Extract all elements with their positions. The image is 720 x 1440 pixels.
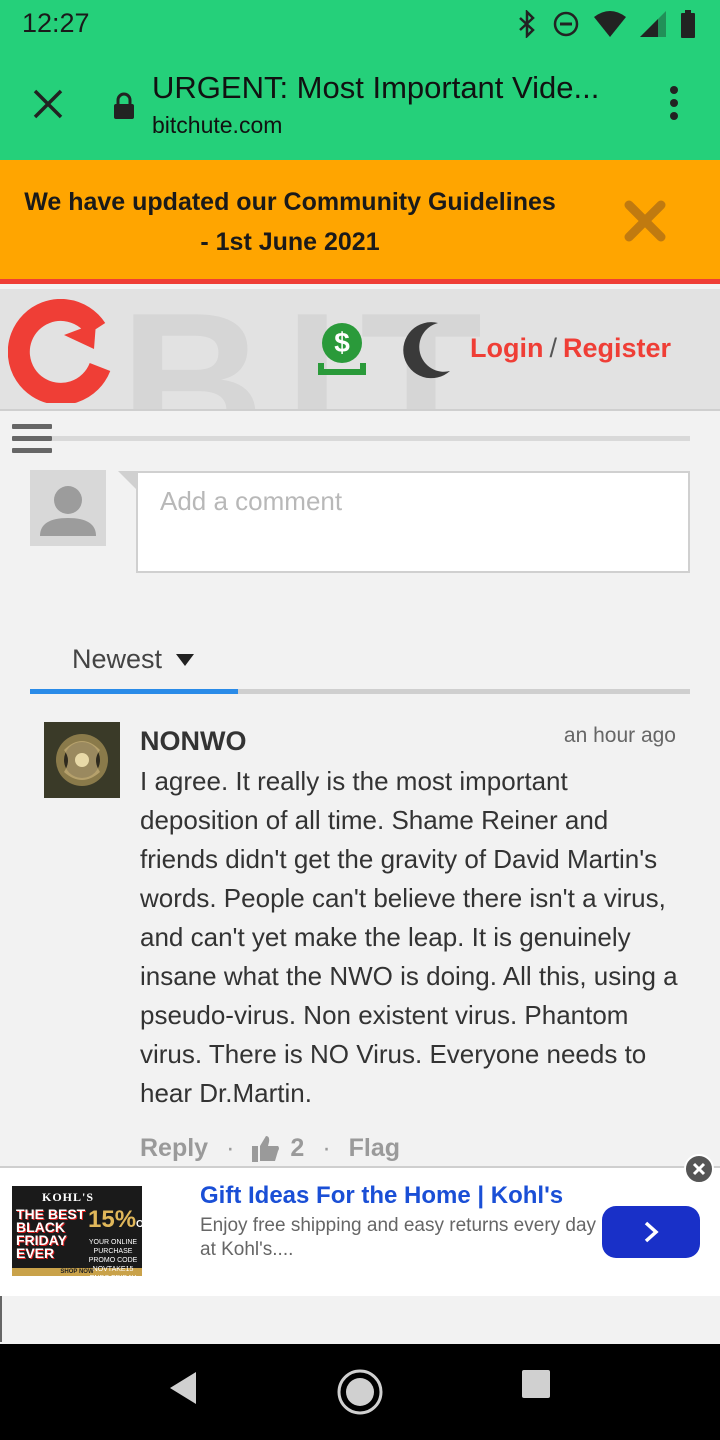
ad-description: Enjoy free shipping and easy returns eve…	[200, 1215, 597, 1260]
comment-box[interactable]	[136, 471, 690, 573]
page-host: bitchute.com	[152, 112, 283, 138]
site-header: BIT $ Login / Register	[0, 289, 720, 411]
guidelines-text: We have updated our Community Guidelines…	[0, 182, 580, 262]
like-button[interactable]: 2	[252, 1134, 304, 1163]
reply-button[interactable]: Reply	[140, 1134, 208, 1163]
caret-down-icon	[176, 653, 195, 666]
ad-image-cta: SHOP NOW	[60, 1269, 94, 1275]
more-options-icon[interactable]	[668, 86, 680, 122]
sort-underline-active	[30, 689, 238, 694]
ad-image[interactable]: KOHL'S THE BEST BLACK FRIDAY EVER 15%OFF…	[12, 1186, 156, 1282]
register-link[interactable]: Register	[563, 333, 671, 363]
separator-dot: ·	[322, 1134, 331, 1162]
comment-timestamp: an hour ago	[563, 724, 676, 747]
donate-icon[interactable]: $	[312, 319, 372, 379]
separator-dot: ·	[226, 1134, 235, 1162]
status-time: 12:27	[22, 8, 90, 38]
lock-icon	[114, 92, 134, 119]
ad-image-promo: YOUR ONLINE PURCHASE PROMO CODE NOVTAKE1…	[88, 1239, 138, 1282]
svg-text:$: $	[334, 327, 350, 358]
comment-input[interactable]	[138, 473, 688, 529]
home-icon[interactable]	[336, 1368, 384, 1416]
avatar	[30, 470, 106, 546]
ad-image-brand: KOHL'S	[42, 1190, 95, 1204]
auth-separator: /	[549, 333, 557, 363]
comment-actions: Reply · 2 · Flag	[140, 1134, 400, 1163]
ad-image-discount: 15%OFF	[88, 1206, 157, 1233]
flag-button[interactable]: Flag	[349, 1134, 400, 1163]
browser-toolbar: URGENT: Most Important Vide... bitchute.…	[0, 48, 720, 160]
battery-icon	[681, 10, 695, 38]
thumbs-up-icon	[252, 1135, 280, 1162]
guidelines-banner: We have updated our Community Guidelines…	[0, 160, 720, 284]
ad-banner[interactable]: KOHL'S THE BEST BLACK FRIDAY EVER 15%OFF…	[0, 1166, 720, 1296]
bitchute-logo[interactable]	[8, 299, 112, 403]
recent-apps-icon[interactable]	[520, 1368, 552, 1400]
ad-image-headline: THE BEST BLACK FRIDAY EVER	[16, 1206, 86, 1261]
guidelines-line-2: - 1st June 2021	[200, 228, 380, 256]
page-title: URGENT: Most Important Vide...	[152, 70, 600, 105]
system-nav-bar	[0, 1344, 720, 1440]
status-bar: 12:27	[0, 0, 720, 48]
ad-close-icon[interactable]	[684, 1154, 714, 1184]
wifi-icon	[594, 11, 626, 37]
comment-author[interactable]: NONWO	[140, 726, 246, 757]
status-icons	[516, 10, 696, 38]
close-icon[interactable]	[30, 86, 66, 122]
like-count: 2	[290, 1134, 305, 1162]
moon-icon[interactable]	[398, 319, 454, 379]
login-link[interactable]: Login	[470, 333, 543, 363]
ad-edge	[0, 1296, 2, 1342]
ad-open-button[interactable]	[602, 1206, 700, 1258]
sort-label: Newest	[72, 644, 163, 674]
chevron-right-icon	[644, 1221, 659, 1243]
guidelines-line-1: We have updated our Community Guidelines	[24, 188, 556, 216]
signal-icon	[640, 11, 666, 37]
do-not-disturb-icon	[553, 11, 579, 37]
comment-body: I agree. It really is the most important…	[140, 766, 678, 1108]
hamburger-menu-icon[interactable]	[12, 424, 52, 460]
close-icon	[692, 1162, 706, 1176]
comment-box-notch	[118, 471, 138, 491]
ad-title[interactable]: Gift Ideas For the Home | Kohl's	[200, 1182, 563, 1210]
banner-close-icon[interactable]	[624, 200, 666, 242]
divider	[52, 436, 690, 441]
back-icon[interactable]	[166, 1368, 200, 1408]
commenter-avatar[interactable]	[44, 722, 120, 798]
bluetooth-icon	[519, 10, 535, 38]
auth-links: Login / Register	[470, 333, 671, 364]
sort-dropdown[interactable]: Newest	[72, 644, 195, 675]
user-icon	[40, 486, 96, 536]
